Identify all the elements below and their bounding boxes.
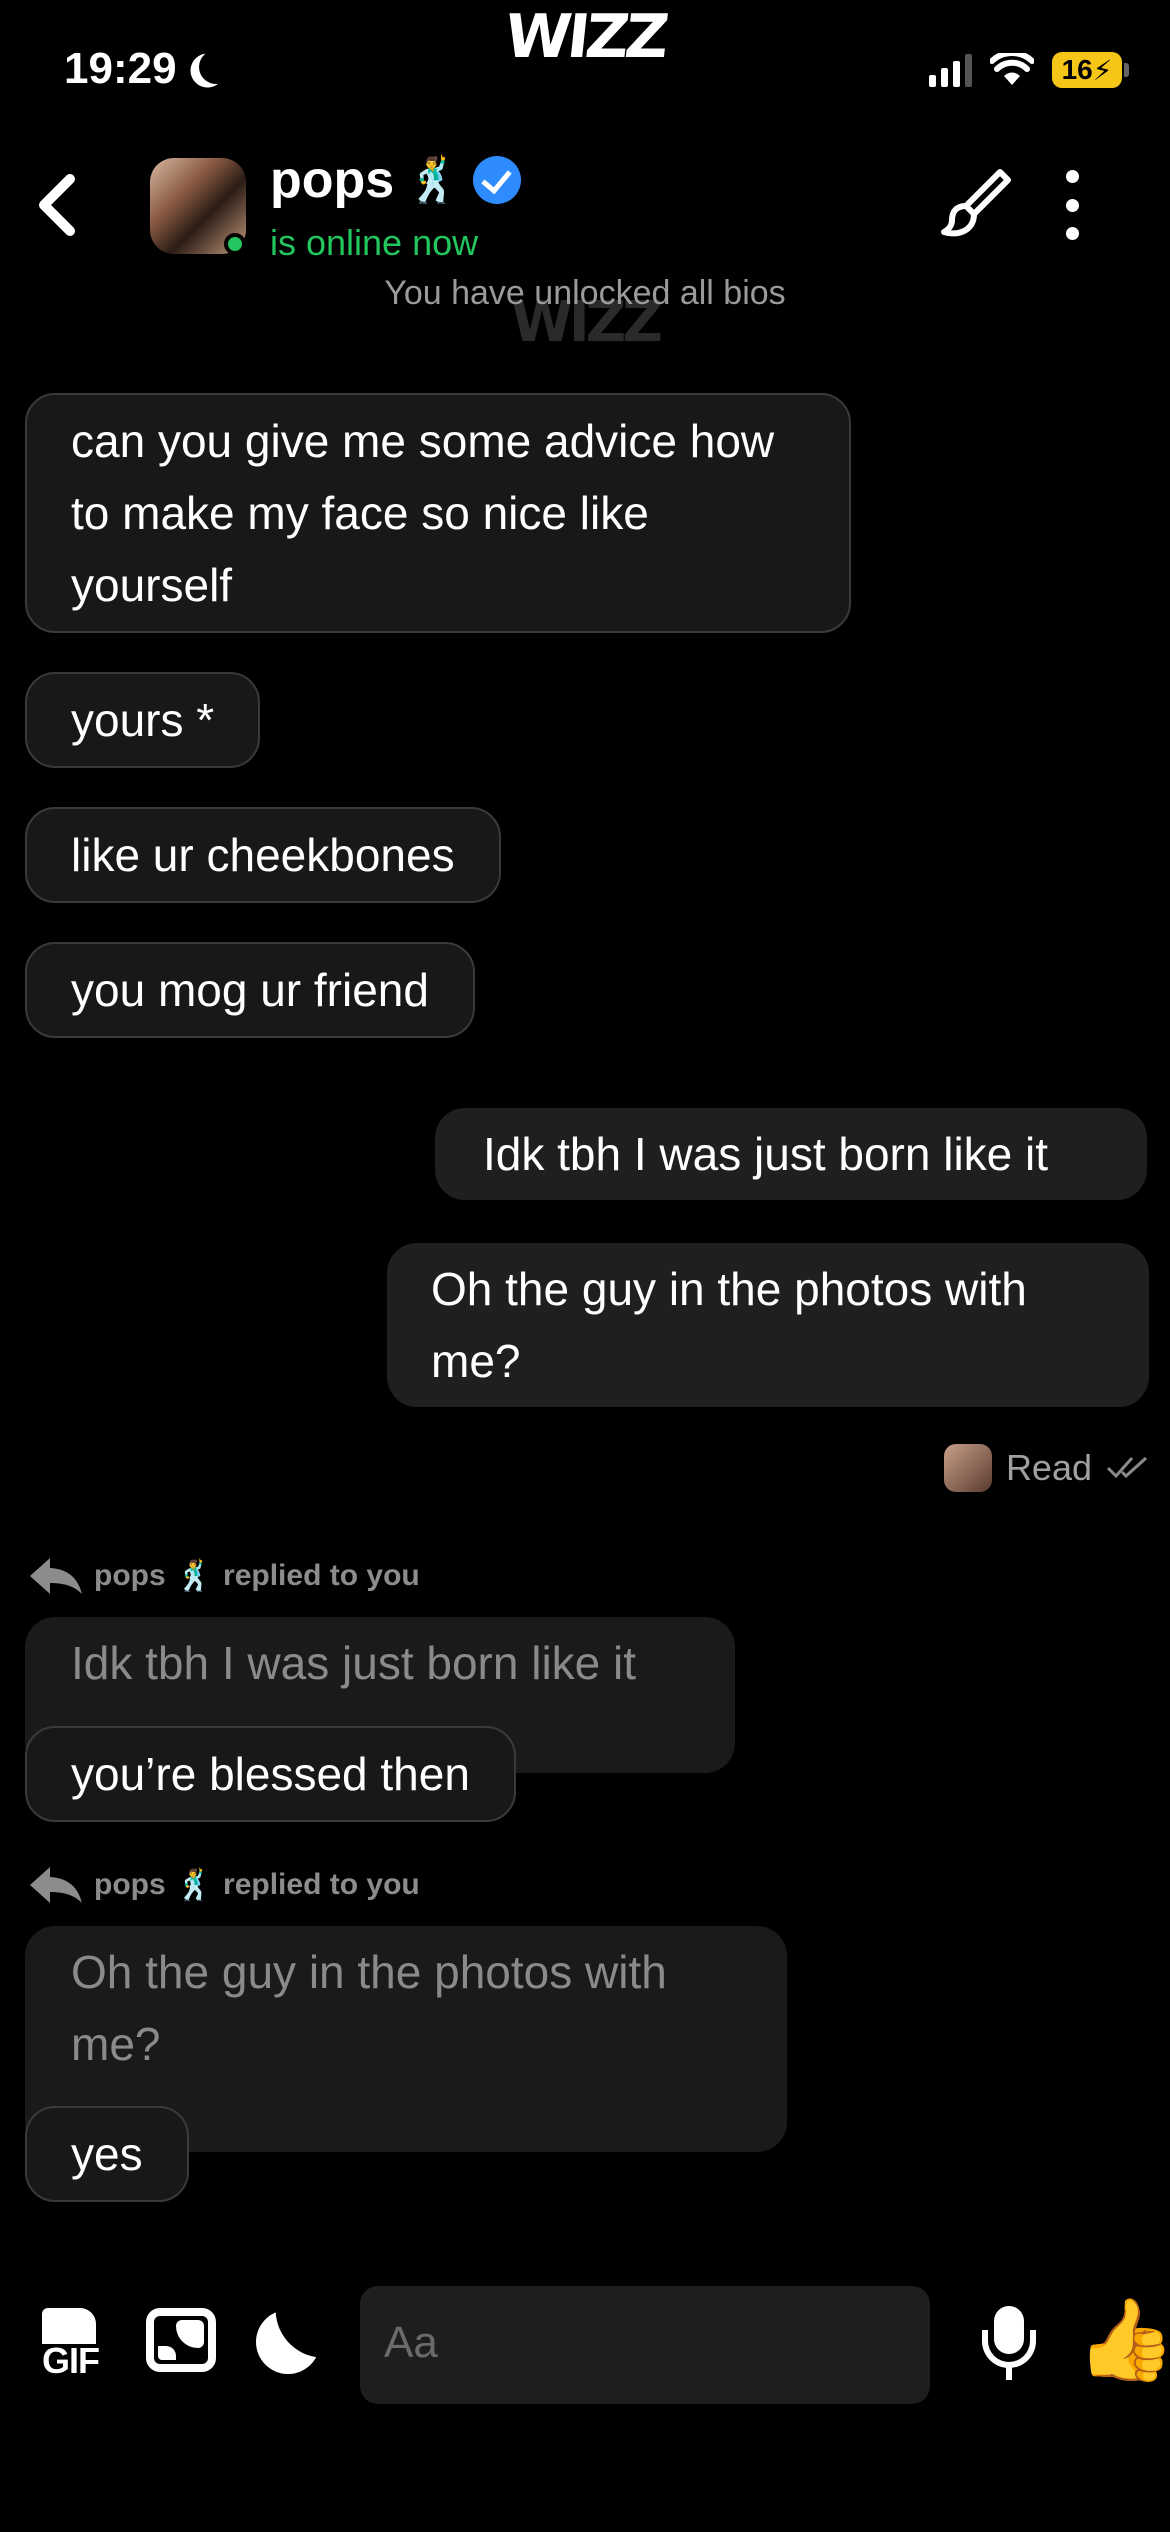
reply-arrow-icon bbox=[30, 1867, 82, 1903]
photo-button[interactable] bbox=[140, 2300, 220, 2380]
sticker-button[interactable] bbox=[248, 2300, 328, 2380]
read-receipt: Read bbox=[943, 1444, 1150, 1492]
online-status-dot bbox=[224, 233, 246, 255]
reply-arrow-icon bbox=[30, 1558, 82, 1594]
message-bubble-sent[interactable]: Oh the guy in the photos with me? bbox=[387, 1243, 1149, 1407]
contact-name: pops bbox=[270, 151, 395, 209]
read-avatar bbox=[943, 1444, 992, 1492]
sticker-icon bbox=[256, 2310, 320, 2374]
status-indicators: 16 ⚡ bbox=[929, 52, 1129, 88]
message-bubble-received[interactable]: like ur cheekbones bbox=[25, 807, 501, 903]
contact-name-row[interactable]: pops 🕺 bbox=[270, 150, 522, 210]
paintbrush-icon[interactable] bbox=[930, 160, 1020, 250]
unlocked-bios-notice: You have unlocked all bios bbox=[384, 274, 786, 312]
reply-label: replied to you bbox=[223, 1559, 420, 1592]
image-icon bbox=[146, 2308, 216, 2372]
message-bubble-received[interactable]: yours * bbox=[25, 672, 261, 768]
message-input[interactable]: Aa bbox=[360, 2286, 930, 2404]
battery-level: 16 bbox=[1061, 54, 1093, 85]
brand-logo: WIZZ bbox=[501, 2, 669, 72]
reply-author: pops bbox=[94, 1559, 166, 1592]
wifi-icon bbox=[990, 53, 1034, 85]
gif-button[interactable]: GIF bbox=[30, 2300, 110, 2381]
read-label: Read bbox=[1005, 1447, 1092, 1488]
reply-indicator: pops 🕺 replied to you bbox=[28, 1865, 420, 1905]
reply-author-emoji: 🕺 bbox=[175, 1559, 214, 1593]
double-check-icon bbox=[1106, 1456, 1148, 1479]
more-options-icon[interactable] bbox=[1050, 170, 1094, 240]
message-bubble-received[interactable]: yes bbox=[25, 2106, 189, 2202]
reply-indicator: pops 🕺 replied to you bbox=[28, 1556, 420, 1596]
message-bubble-received[interactable]: you mog ur friend bbox=[25, 942, 475, 1038]
gif-icon bbox=[42, 2308, 96, 2344]
message-bubble-received[interactable]: you’re blessed then bbox=[25, 1726, 516, 1822]
clock: 19:29 bbox=[64, 44, 177, 93]
microphone-button[interactable] bbox=[968, 2300, 1048, 2380]
battery-icon: 16 ⚡ bbox=[1052, 52, 1129, 88]
reply-author-emoji: 🕺 bbox=[175, 1868, 214, 1902]
verified-badge-icon bbox=[473, 156, 522, 204]
reply-label: replied to you bbox=[223, 1868, 420, 1901]
signal-icon bbox=[929, 53, 972, 87]
thumbs-up-button[interactable]: 👍 bbox=[1076, 2290, 1170, 2390]
gif-label: GIF bbox=[42, 2340, 100, 2381]
dancer-emoji: 🕺 bbox=[406, 156, 462, 205]
reply-author: pops bbox=[94, 1868, 166, 1901]
moon-icon bbox=[196, 47, 235, 86]
message-bubble-sent[interactable]: Idk tbh I was just born like it bbox=[435, 1108, 1147, 1200]
message-bubble-received[interactable]: can you give me some advice how to make … bbox=[25, 393, 851, 633]
online-status-text: is online now bbox=[270, 222, 479, 263]
back-chevron-icon[interactable] bbox=[20, 165, 100, 245]
status-time: 19:29 bbox=[64, 44, 219, 94]
